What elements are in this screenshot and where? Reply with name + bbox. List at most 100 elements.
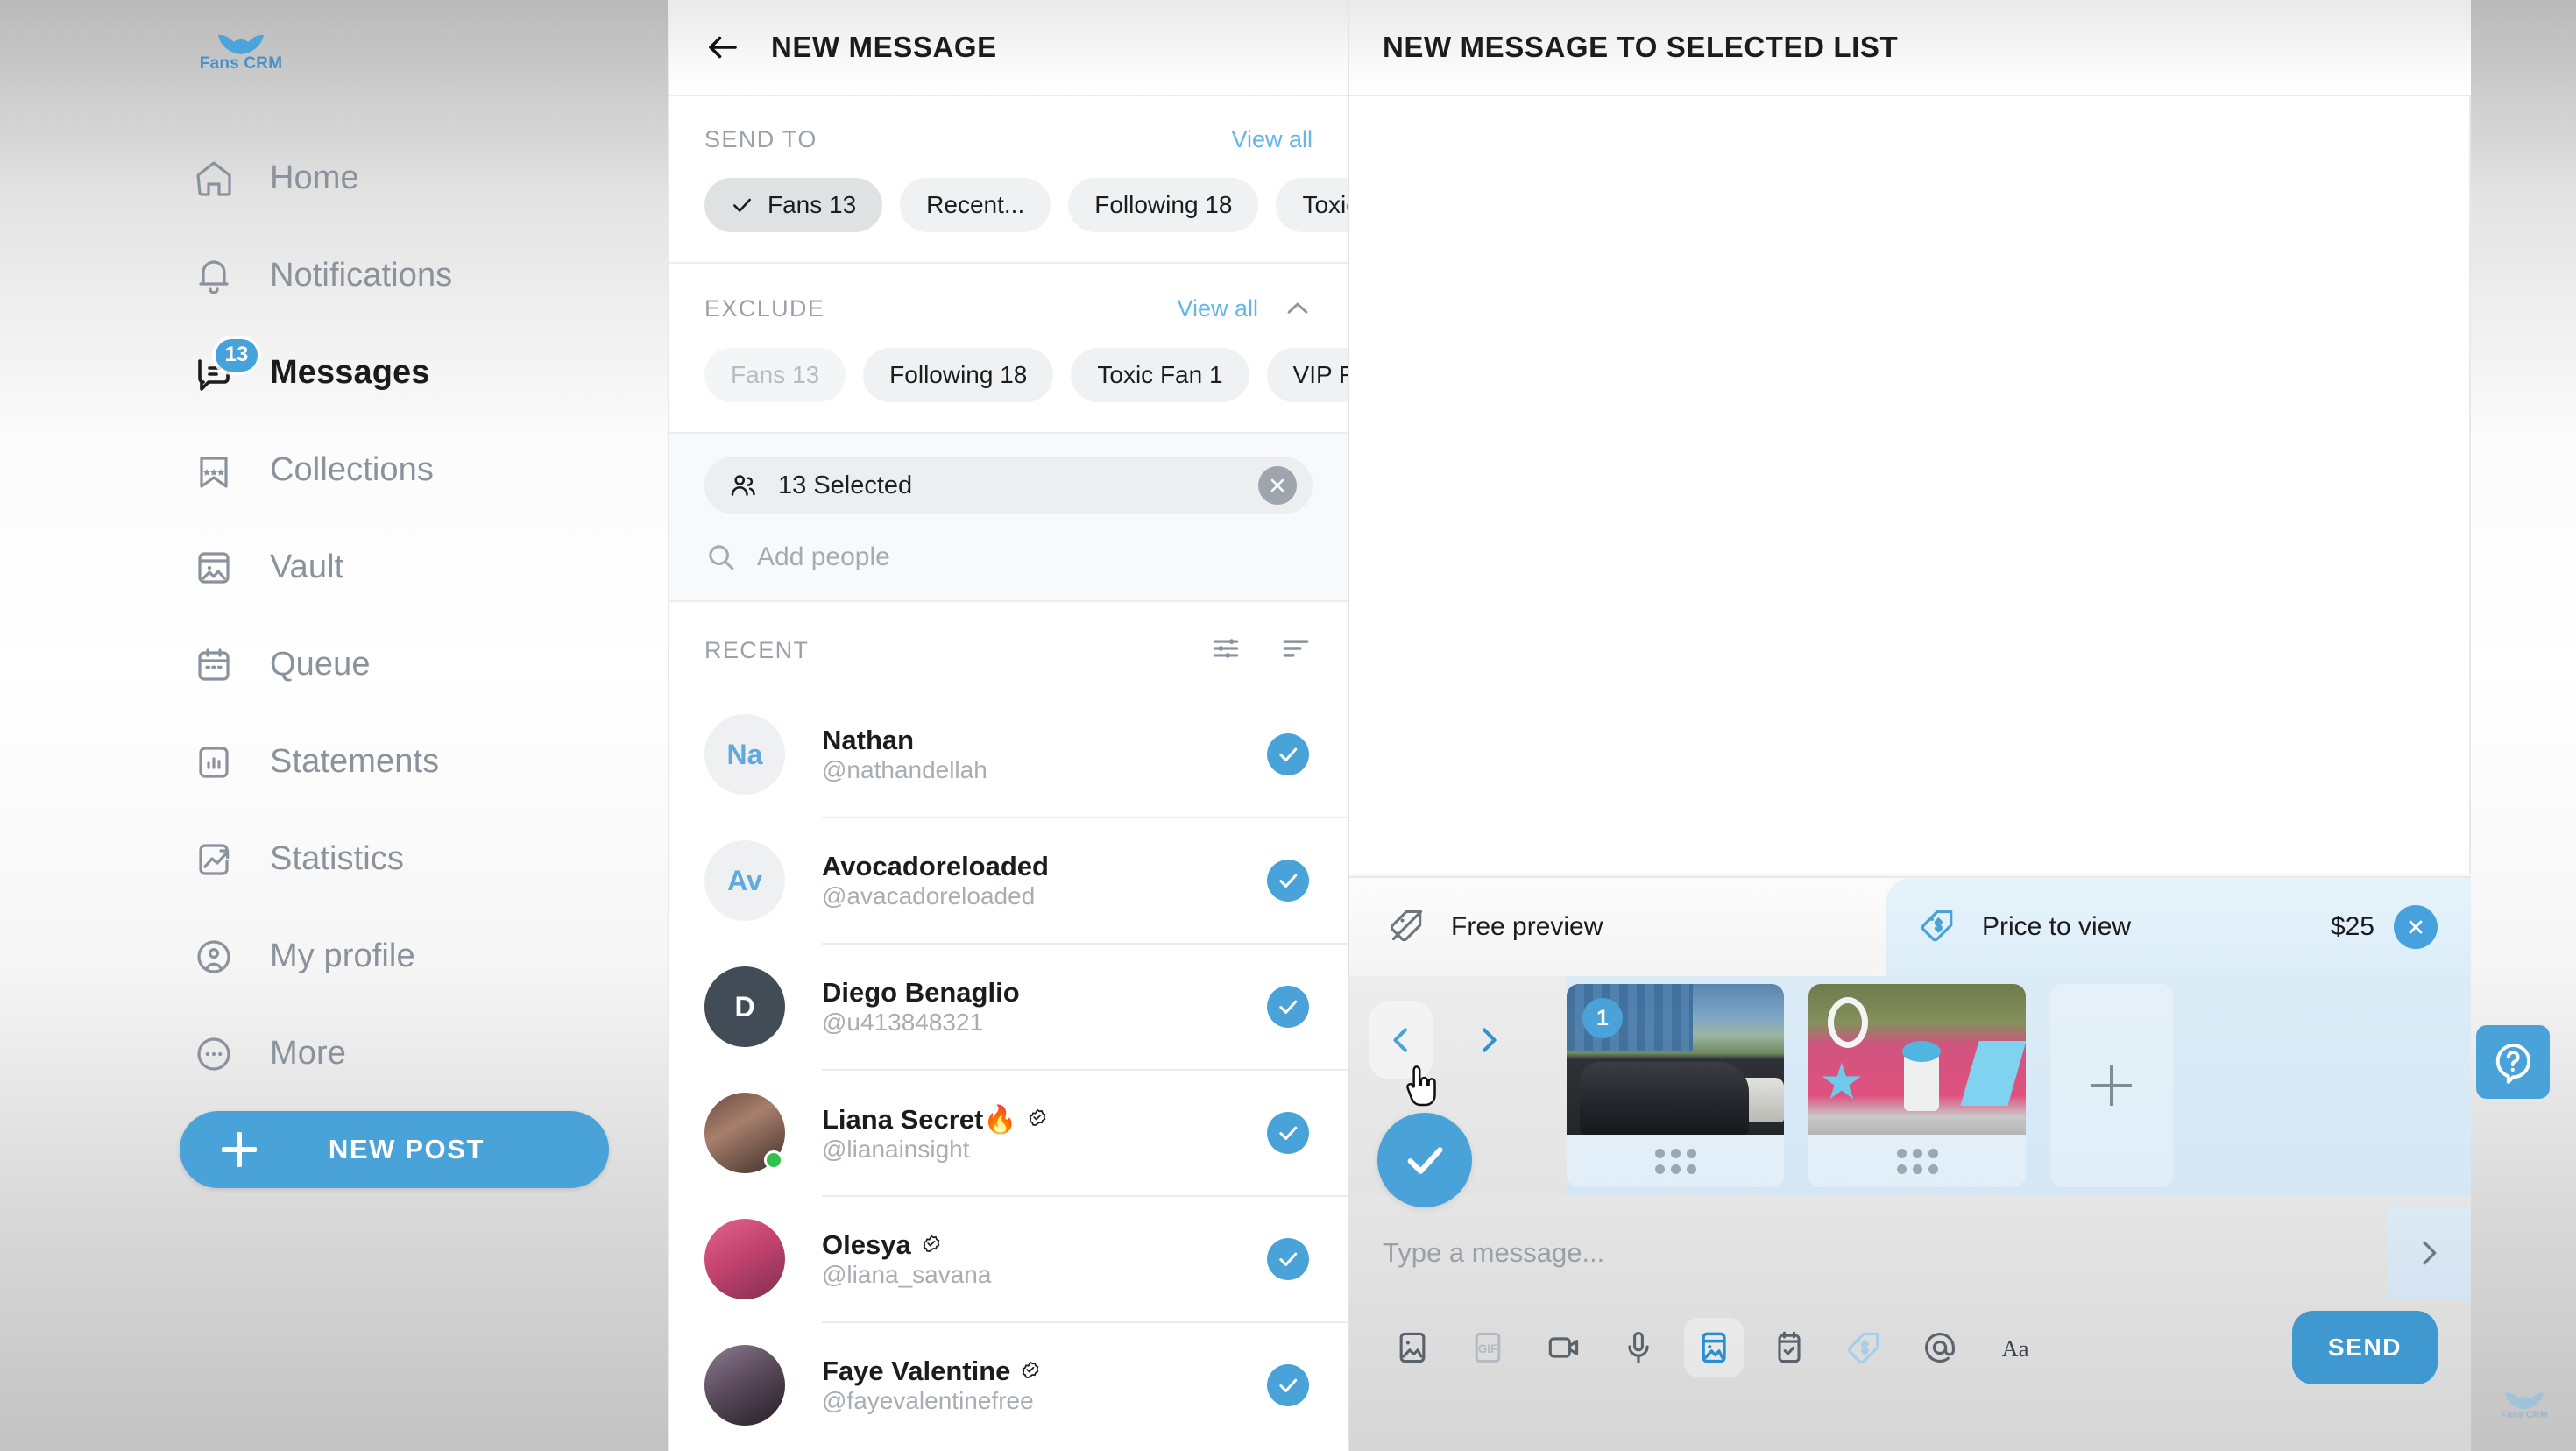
list-item[interactable]: Av Avocadoreloaded @avacadoreloaded — [704, 818, 1348, 943]
send-button[interactable]: SEND — [2292, 1311, 2438, 1384]
avatar: D — [704, 966, 785, 1047]
selected-check-icon[interactable] — [1267, 1364, 1309, 1406]
list-item[interactable]: Na Nathan @nathandellah — [704, 692, 1348, 817]
photo-icon[interactable] — [1383, 1318, 1442, 1377]
sidebar-item-my-profile[interactable]: My profile — [0, 908, 668, 1005]
person-name: Nathan — [822, 725, 915, 755]
person-handle: @u413848321 — [822, 1009, 984, 1036]
media-drag-handle[interactable] — [1808, 1135, 2026, 1187]
recent-label: RECENT — [704, 637, 810, 663]
next-media-button[interactable] — [1456, 1001, 1521, 1079]
gif-icon[interactable]: GIF — [1458, 1318, 1518, 1377]
free-preview-button[interactable]: Free preview — [1349, 878, 1886, 976]
exclude-header: EXCLUDE View all — [704, 264, 1313, 323]
selected-count-pill[interactable]: 13 Selected — [704, 457, 1313, 514]
send-to-chip[interactable]: Recent... — [900, 178, 1051, 232]
sidebar-item-vault[interactable]: Vault — [0, 519, 668, 616]
free-preview-tag-icon — [1388, 906, 1426, 949]
send-to-chip[interactable]: Following 18 — [1068, 178, 1259, 232]
selected-check-icon[interactable] — [1267, 986, 1309, 1028]
avatar-initials: Av — [704, 840, 785, 921]
sidebar-item-home[interactable]: Home — [0, 130, 668, 227]
vault-media-icon[interactable] — [1684, 1318, 1744, 1377]
sidebar-item-collections[interactable]: Collections — [0, 421, 668, 519]
free-preview-label: Free preview — [1451, 912, 1603, 941]
person-name-text: Faye Valentine — [822, 1355, 1011, 1386]
media-thumbnail-image — [1808, 984, 2026, 1135]
message-thread-area — [1349, 96, 2471, 874]
list-item[interactable]: D Diego Benaglio @u413848321 — [704, 945, 1348, 1069]
person-name: Olesya — [822, 1229, 1249, 1261]
selected-check-icon[interactable] — [1267, 860, 1309, 902]
sidebar-item-more[interactable]: More — [0, 1005, 668, 1102]
back-arrow-icon[interactable] — [704, 29, 741, 66]
price-to-view-bar[interactable]: Price to view $25 — [1886, 878, 2471, 976]
confirm-media-button[interactable] — [1377, 1113, 1472, 1207]
chip-label: Following 18 — [889, 361, 1028, 388]
exclude-view-all-link[interactable]: View all — [1177, 295, 1258, 322]
mention-icon[interactable] — [1910, 1318, 1970, 1377]
poll-icon[interactable] — [1759, 1318, 1819, 1377]
chip-label: Toxic Fan 1 — [1302, 191, 1348, 218]
sidebar-item-queue[interactable]: Queue — [0, 616, 668, 713]
price-to-view-label: Price to view — [1982, 912, 2132, 941]
price-row: Free preview Price to view $25 — [1349, 878, 2471, 976]
video-icon[interactable] — [1533, 1318, 1593, 1377]
bar-chart-icon — [191, 740, 237, 785]
help-button[interactable] — [2476, 1025, 2550, 1099]
filter-icon[interactable] — [1209, 632, 1242, 669]
text-format-icon[interactable]: Aa — [1985, 1318, 2045, 1377]
sidebar-item-statistics[interactable]: Statistics — [0, 810, 668, 908]
sidebar-item-messages[interactable]: 13 Messages — [0, 324, 668, 421]
exclude-chip[interactable]: VIP Fan 1 — [1266, 348, 1348, 402]
sidebar-item-statements[interactable]: Statements — [0, 713, 668, 810]
exclude-chip[interactable]: Fans 13 — [704, 348, 846, 402]
avatar: Na — [704, 714, 785, 795]
composer: Free preview Price to view $25 1 Type a … — [1349, 876, 2471, 1451]
avatar — [704, 1345, 785, 1426]
composer-toolbar: GIF Aa SEND — [1349, 1295, 2471, 1384]
search-icon — [704, 541, 738, 574]
sidebar-item-notifications[interactable]: Notifications — [0, 227, 668, 324]
media-drag-handle[interactable] — [1567, 1135, 1784, 1187]
price-tag-icon[interactable] — [1835, 1318, 1894, 1377]
media-thumbnail[interactable] — [1808, 984, 2026, 1187]
prev-media-button[interactable] — [1369, 1001, 1433, 1079]
list-item[interactable]: Olesya @liana_savana — [704, 1197, 1348, 1321]
list-item[interactable]: Liana Secret🔥 @lianainsight — [704, 1071, 1348, 1195]
plus-icon — [2091, 1065, 2132, 1106]
add-people-row[interactable]: Add people — [704, 541, 1313, 574]
add-media-button[interactable] — [2050, 984, 2173, 1187]
brand-logo: Fans CRM — [188, 33, 294, 74]
person-name-text: Liana Secret🔥 — [822, 1103, 1017, 1135]
send-to-view-all-link[interactable]: View all — [1231, 126, 1313, 153]
send-to-chip[interactable]: Fans 13 — [704, 178, 883, 232]
person-handle: @nathandellah — [822, 756, 987, 783]
sidebar-item-label: Messages — [270, 354, 430, 391]
selected-check-icon[interactable] — [1267, 1238, 1309, 1280]
message-input[interactable] — [1383, 1211, 2438, 1295]
new-post-button[interactable]: NEW POST — [180, 1111, 609, 1188]
person-name-text: Olesya — [822, 1229, 911, 1260]
sidebar-item-label: My profile — [270, 938, 415, 974]
app-root: Fans CRM Home Notifications 13 Messages … — [0, 0, 2576, 1451]
chip-label: Toxic Fan 1 — [1097, 361, 1223, 388]
fans-crm-wings-icon — [2505, 1392, 2544, 1410]
send-to-chip[interactable]: Toxic Fan 1 — [1276, 178, 1348, 232]
exclude-chip[interactable]: Following 18 — [863, 348, 1054, 402]
expand-composer-button[interactable] — [2387, 1206, 2471, 1300]
calendar-icon — [191, 642, 237, 688]
selected-check-icon[interactable] — [1267, 733, 1309, 775]
media-thumbnail[interactable]: 1 — [1567, 984, 1784, 1187]
microphone-icon[interactable] — [1609, 1318, 1668, 1377]
list-item[interactable]: Faye Valentine @fayevalentinefree — [704, 1323, 1348, 1447]
clear-selection-button[interactable] — [1258, 466, 1297, 505]
selected-check-icon[interactable] — [1267, 1112, 1309, 1154]
remove-price-button[interactable] — [2394, 905, 2438, 949]
sort-icon[interactable] — [1279, 632, 1313, 669]
chevron-up-icon[interactable] — [1283, 294, 1313, 323]
exclude-chip[interactable]: Toxic Fan 1 — [1071, 348, 1249, 402]
svg-text:GIF: GIF — [1478, 1342, 1498, 1355]
avatar-initials: D — [704, 966, 785, 1047]
send-to-section: SEND TO View all Fans 13 Recent... Follo… — [669, 96, 1348, 262]
